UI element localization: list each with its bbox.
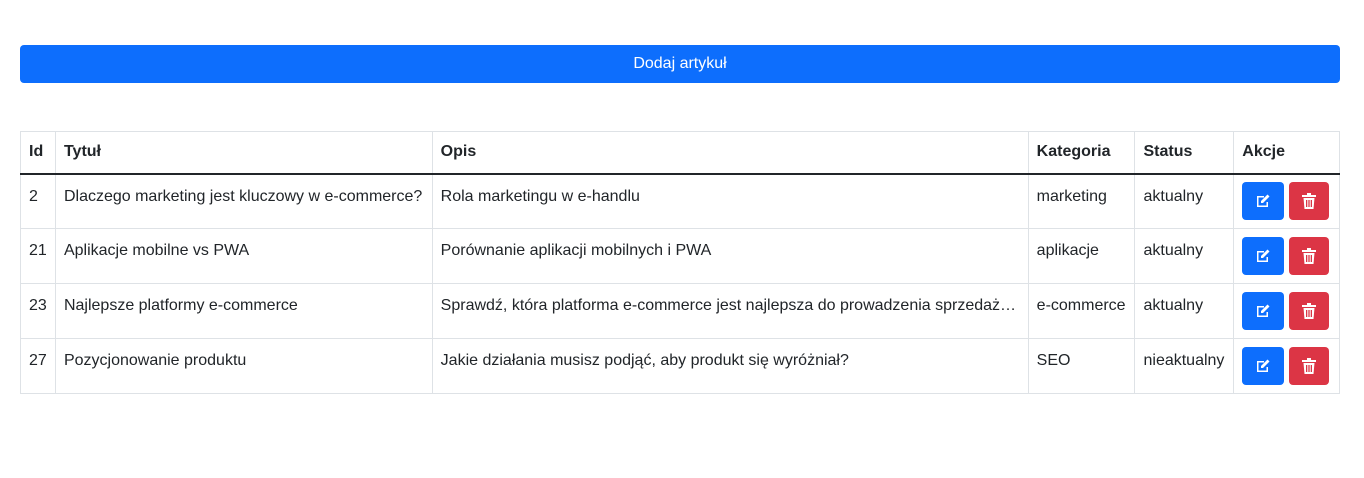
cell-id: 2 — [20, 173, 56, 229]
cell-desc: Jakie działania musisz podjąć, aby produ… — [431, 338, 1029, 394]
delete-button[interactable] — [1289, 347, 1330, 385]
table-row: 21 Aplikacje mobilne vs PWA Porównanie a… — [20, 228, 1340, 284]
edit-button[interactable] — [1242, 347, 1285, 385]
cell-title: Dlaczego marketing jest kluczowy w e-com… — [54, 173, 433, 229]
cell-category: marketing — [1027, 173, 1136, 229]
cell-actions — [1233, 338, 1340, 394]
cell-title: Najlepsze platformy e-commerce — [54, 283, 433, 339]
delete-button[interactable] — [1289, 292, 1330, 330]
cell-desc: Porównanie aplikacji mobilnych i PWA — [431, 228, 1029, 284]
trash-icon — [1302, 303, 1317, 319]
trash-icon — [1302, 193, 1317, 210]
edit-button[interactable] — [1242, 237, 1285, 275]
edit-button[interactable] — [1242, 182, 1285, 221]
header-status[interactable]: Status — [1134, 131, 1235, 175]
header-actions: Akcje — [1233, 131, 1340, 175]
table-row: 27 Pozycjonowanie produktu Jakie działan… — [20, 338, 1340, 394]
delete-button[interactable] — [1289, 237, 1330, 275]
header-title[interactable]: Tytuł — [54, 131, 433, 175]
header-id[interactable]: Id — [20, 131, 56, 175]
edit-icon — [1257, 249, 1270, 262]
trash-icon — [1302, 358, 1317, 374]
cell-status: aktualny — [1134, 173, 1235, 229]
table-row: 23 Najlepsze platformy e-commerce Sprawd… — [20, 283, 1340, 339]
edit-icon — [1257, 194, 1270, 208]
page-content: Dodaj artykuł Id Tytuł Opis Kategoria St… — [20, 45, 1340, 394]
cell-id: 21 — [20, 228, 56, 284]
cell-title: Pozycjonowanie produktu — [54, 338, 433, 394]
trash-icon — [1302, 248, 1317, 264]
cell-id: 27 — [20, 338, 56, 394]
cell-status: aktualny — [1134, 283, 1235, 339]
delete-button[interactable] — [1289, 182, 1330, 221]
cell-desc: Rola marketingu w e-handlu — [431, 173, 1029, 229]
cell-status: aktualny — [1134, 228, 1235, 284]
add-article-button[interactable]: Dodaj artykuł — [20, 45, 1340, 83]
cell-status: nieaktualny — [1134, 338, 1235, 394]
header-desc[interactable]: Opis — [431, 131, 1029, 175]
articles-table: Id Tytuł Opis Kategoria Status Akcje 2 D… — [20, 131, 1340, 394]
cell-desc: Sprawdź, która platforma e-commerce jest… — [431, 283, 1029, 339]
edit-icon — [1257, 304, 1270, 317]
edit-icon — [1257, 359, 1270, 372]
cell-title: Aplikacje mobilne vs PWA — [54, 228, 433, 284]
cell-category: aplikacje — [1027, 228, 1136, 284]
cell-id: 23 — [20, 283, 56, 339]
cell-actions — [1233, 283, 1340, 339]
table-row: 2 Dlaczego marketing jest kluczowy w e-c… — [20, 173, 1340, 229]
header-category[interactable]: Kategoria — [1027, 131, 1136, 175]
table-header-row: Id Tytuł Opis Kategoria Status Akcje — [20, 131, 1340, 175]
cell-actions — [1233, 173, 1340, 229]
edit-button[interactable] — [1242, 292, 1285, 330]
cell-category: e-commerce — [1027, 283, 1136, 339]
cell-category: SEO — [1027, 338, 1136, 394]
cell-actions — [1233, 228, 1340, 284]
